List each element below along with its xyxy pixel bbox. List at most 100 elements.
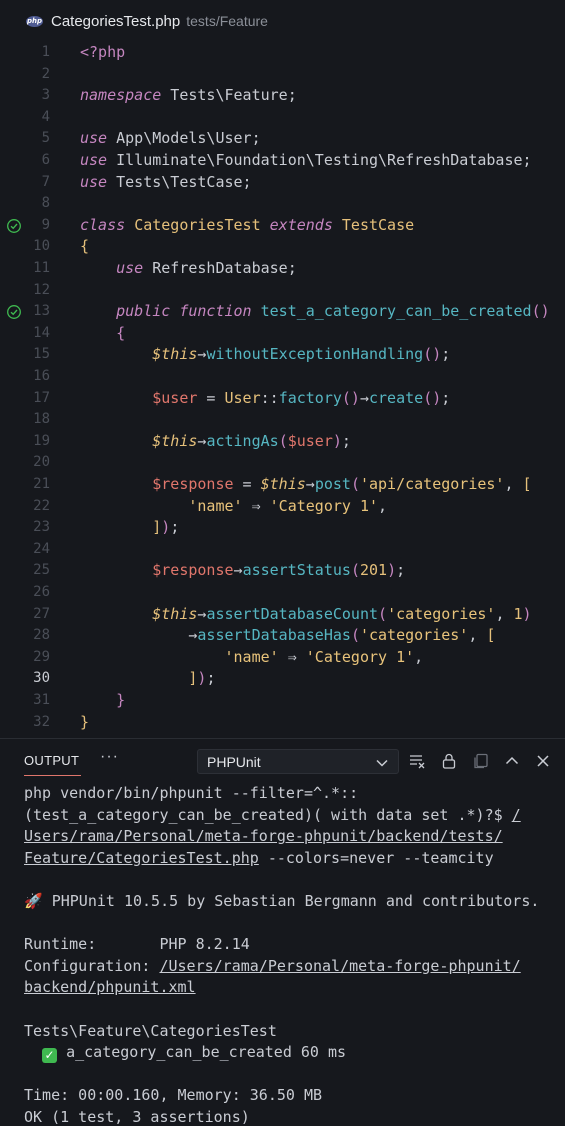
code-line[interactable]: 32} — [0, 712, 565, 734]
output-line: Runtime: PHP 8.2.14 — [24, 934, 559, 956]
code-line[interactable]: 17 $user = User::factory()→create(); — [0, 388, 565, 410]
line-number: 4 — [41, 108, 50, 125]
code-token: () — [531, 302, 550, 321]
code-line[interactable]: 14 { — [0, 323, 565, 345]
code-line[interactable]: 26 — [0, 582, 565, 604]
php-file-icon: php — [26, 15, 43, 27]
file-name[interactable]: CategoriesTest.php — [51, 13, 180, 30]
code-line[interactable]: 30 ]); — [0, 668, 565, 690]
code-token: → — [233, 561, 243, 580]
output-text-span: PHPUnit 10.5.5 by Sebastian Bergmann and… — [42, 891, 540, 910]
output-line: backend/phpunit.xml — [24, 977, 559, 999]
code-token: Tests\Feature; — [161, 86, 297, 105]
code-line[interactable]: 25 $response→assertStatus(201); — [0, 560, 565, 582]
line-code: $response = $this→post('api/categories',… — [80, 474, 531, 496]
code-editor[interactable]: 1 <?php 2 3 namespace Tests\Feature; 4 5 use Ap… — [0, 42, 565, 738]
code-line[interactable]: 11 use RefreshDatabase; — [0, 258, 565, 280]
code-line[interactable]: 23 ]); — [0, 517, 565, 539]
code-token: use — [80, 151, 108, 169]
file-link[interactable]: Feature/CategoriesTest.php — [24, 849, 259, 867]
line-code: $response→assertStatus(201); — [80, 560, 405, 582]
line-number: 9 — [41, 216, 50, 233]
code-token: 201 — [359, 561, 388, 580]
file-link[interactable]: / — [512, 806, 521, 824]
code-token: 'name' — [224, 647, 279, 666]
tab-output[interactable]: OUTPUT — [24, 753, 79, 768]
file-link[interactable]: backend/phpunit.xml — [24, 978, 196, 996]
output-line: Tests\Feature\CategoriesTest — [24, 1021, 559, 1043]
lock-scroll-icon[interactable] — [440, 752, 458, 770]
code-line[interactable]: 21 $response = $this→post('api/categorie… — [0, 474, 565, 496]
code-line[interactable]: 6 use Illuminate\Foundation\Testing\Refre… — [0, 150, 565, 172]
code-token: 'categories' — [359, 626, 469, 645]
code-line[interactable]: 28 →assertDatabaseHas('categories', [ — [0, 625, 565, 647]
line-number: 18 — [33, 411, 50, 428]
clear-output-icon[interactable] — [408, 752, 426, 770]
output-text-span: Runtime: PHP 8.2.14 — [24, 935, 250, 954]
code-line[interactable]: 18 — [0, 409, 565, 431]
line-code: { — [80, 236, 89, 258]
output-line: Users/rama/Personal/meta-forge-phpunit/b… — [24, 826, 559, 848]
code-token: ( — [350, 626, 360, 645]
code-line[interactable]: 19 $this→actingAs($user); — [0, 431, 565, 453]
code-line[interactable]: 4 — [0, 107, 565, 129]
code-line[interactable]: 13 public function test_a_category_can_b… — [0, 301, 565, 323]
code-line[interactable]: 9 class CategoriesTest extends TestCase — [0, 215, 565, 237]
code-line[interactable]: 24 — [0, 539, 565, 561]
line-code: use Illuminate\Foundation\Testing\Refres… — [80, 150, 532, 172]
code-token: 1 — [513, 604, 523, 623]
code-token: CategoriesTest — [134, 215, 261, 234]
file-link[interactable]: Users/rama/Personal/meta-forge-phpunit/b… — [24, 827, 503, 845]
output-line: Feature/CategoriesTest.php --colors=neve… — [24, 848, 559, 870]
code-line[interactable]: 3 namespace Tests\Feature; — [0, 85, 565, 107]
code-token: 'name' — [188, 496, 243, 515]
file-link[interactable]: /Users/rama/Personal/meta-forge-phpunit/ — [159, 957, 520, 975]
code-line[interactable]: 12 — [0, 280, 565, 302]
line-number: 6 — [41, 152, 50, 168]
code-token: 'categories' — [387, 604, 496, 623]
test-passed-icon[interactable] — [6, 304, 22, 320]
code-line[interactable]: 22 'name' ⇒ 'Category 1', — [0, 496, 565, 518]
line-number: 10 — [33, 238, 50, 255]
rocket-icon: 🚀 — [24, 891, 43, 910]
more-actions-icon[interactable]: ··· — [100, 748, 119, 766]
line-number: 8 — [41, 195, 50, 212]
output-channel-select[interactable]: PHPUnit — [197, 749, 399, 774]
code-line[interactable]: 29 'name' ⇒ 'Category 1', — [0, 647, 565, 669]
code-line[interactable]: 31 } — [0, 690, 565, 712]
line-number: 15 — [33, 346, 50, 363]
output-text[interactable]: php vendor/bin/phpunit --filter=^.*:: (te… — [24, 783, 559, 1126]
output-text-span: a_category_can_be_created 60 ms — [57, 1043, 347, 1062]
code-token: = — [197, 388, 225, 407]
code-token: App\Models\User; — [107, 129, 261, 148]
file-path[interactable]: tests/Feature — [186, 13, 268, 29]
code-line[interactable]: 5 use App\Models\User; — [0, 128, 565, 150]
line-code: use RefreshDatabase; — [80, 258, 297, 280]
maximize-panel-icon[interactable] — [503, 752, 521, 770]
code-line[interactable]: 16 — [0, 366, 565, 388]
code-token: ; — [170, 518, 180, 537]
code-line[interactable]: 15 $this→withoutExceptionHandling(); — [0, 344, 565, 366]
test-passed-icon[interactable] — [6, 218, 22, 234]
code-line[interactable]: 27 $this→assertDatabaseCount('categories… — [0, 604, 565, 626]
code-line[interactable]: 7 use Tests\TestCase; — [0, 172, 565, 194]
code-token: ( — [350, 561, 360, 580]
code-token: , — [378, 496, 388, 515]
code-line[interactable]: 2 — [0, 64, 565, 86]
code-token: post — [314, 475, 351, 493]
code-line[interactable]: 10 { — [0, 236, 565, 258]
line-number: 29 — [33, 648, 50, 665]
code-token: , — [468, 626, 487, 645]
code-line[interactable]: 1 <?php — [0, 42, 565, 64]
copy-icon[interactable] — [472, 752, 490, 770]
output-line: (test_a_category_can_be_created)( with d… — [24, 805, 559, 827]
code-line[interactable]: 8 — [0, 193, 565, 215]
code-line[interactable]: 20 — [0, 452, 565, 474]
close-panel-icon[interactable] — [534, 752, 552, 770]
